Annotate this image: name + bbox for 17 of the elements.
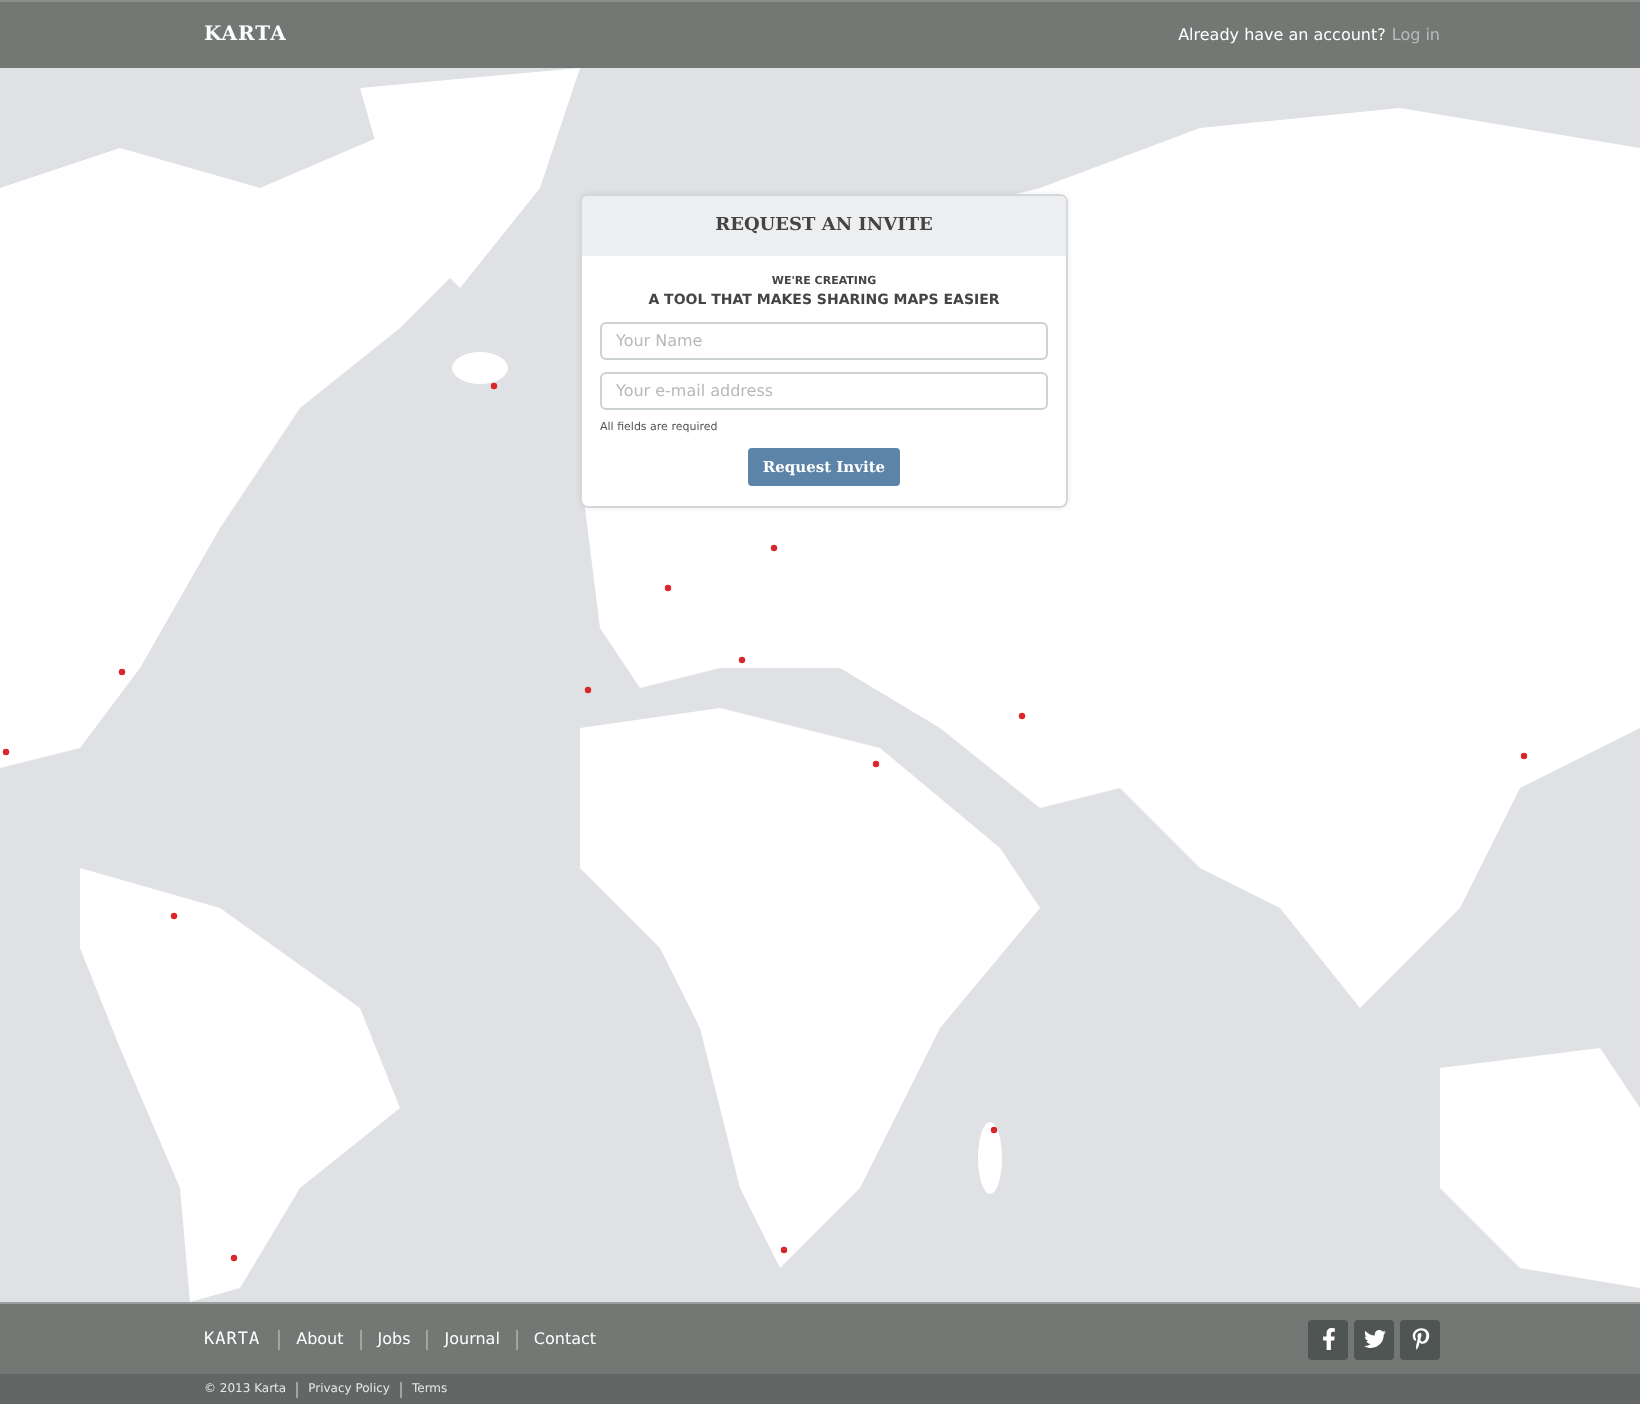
twitter-icon <box>1363 1328 1385 1350</box>
facebook-icon <box>1317 1328 1339 1350</box>
footer-link[interactable]: Journal <box>426 1329 516 1349</box>
card-title: REQUEST AN INVITE <box>715 216 933 236</box>
footer-link[interactable]: Jobs <box>359 1329 427 1349</box>
pinterest-button[interactable] <box>1400 1319 1440 1359</box>
facebook-button[interactable] <box>1308 1319 1348 1359</box>
footer-link[interactable]: Contact <box>515 1329 613 1349</box>
twitter-button[interactable] <box>1354 1319 1394 1359</box>
login-link[interactable]: Log in <box>1391 26 1440 44</box>
pinterest-icon <box>1409 1328 1431 1350</box>
footer-link[interactable]: About <box>278 1329 360 1349</box>
account-prompt: Already have an account? <box>1178 26 1386 44</box>
input-field[interactable]: Your e-mail address <box>600 372 1048 410</box>
input-field[interactable]: Your Name <box>600 322 1048 360</box>
logo: KARTA <box>204 24 287 46</box>
footer-logo: KARTA <box>204 1329 261 1349</box>
